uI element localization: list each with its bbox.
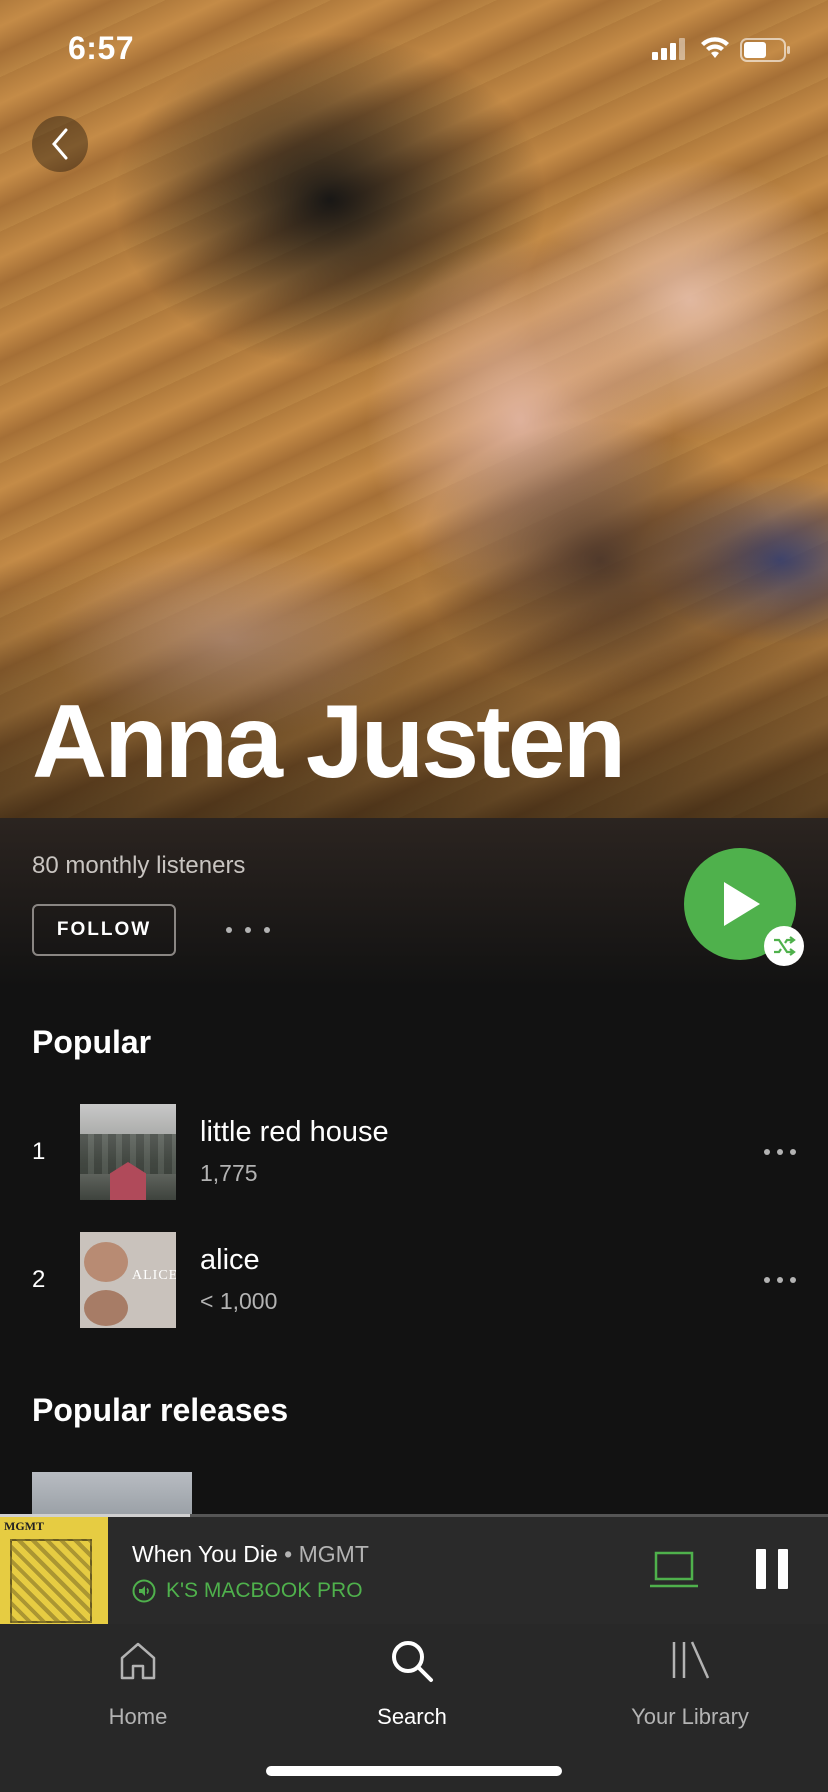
follow-button[interactable]: FOLLOW [32, 904, 176, 956]
track-row[interactable]: 2 ALICE alice < 1,000 [0, 1232, 828, 1328]
pause-button[interactable] [754, 1549, 790, 1589]
artwork-band-text: MGMT [4, 1519, 44, 1533]
release-artwork[interactable] [32, 1472, 192, 1516]
home-indicator [266, 1766, 562, 1776]
track-play-count: 1,775 [200, 1160, 258, 1186]
track-play-count: < 1,000 [200, 1288, 278, 1314]
dot [245, 927, 251, 933]
monthly-listeners: 80 monthly listeners [32, 852, 246, 879]
shuffle-badge [764, 926, 804, 966]
home-icon [120, 1642, 156, 1680]
wifi-icon [701, 37, 729, 58]
artist-name: Anna Justen [32, 684, 626, 800]
play-icon [724, 882, 760, 926]
dot [790, 1277, 796, 1283]
dot [264, 927, 270, 933]
dot [790, 1149, 796, 1155]
devices-button[interactable] [648, 1549, 700, 1593]
back-button[interactable] [32, 116, 88, 172]
tab-label: Home [108, 1704, 168, 1729]
now-playing-song: When You Die [132, 1541, 278, 1567]
signal-icon [652, 38, 685, 60]
tab-search[interactable]: Search [322, 1638, 502, 1738]
now-playing-artist: MGMT [298, 1541, 369, 1567]
artwork-face [84, 1242, 128, 1282]
popular-heading: Popular [32, 1024, 152, 1060]
chevron-left-icon [52, 128, 68, 160]
dot [764, 1149, 770, 1155]
now-playing-artwork: MGMT [0, 1517, 108, 1624]
now-playing-title-line: When You Die • MGMT [132, 1541, 369, 1568]
track-artwork: ALICE [80, 1232, 176, 1328]
artwork-illustration [10, 1539, 92, 1623]
track-row[interactable]: 1 little red house 1,775 [0, 1104, 828, 1200]
tab-label: Your Library [631, 1704, 749, 1729]
artwork-title-text: ALICE [132, 1268, 176, 1283]
track-title: little red house [200, 1116, 389, 1148]
pause-bar [778, 1549, 788, 1589]
dot [777, 1277, 783, 1283]
more-options-button[interactable] [226, 918, 270, 942]
status-time: 6:57 [68, 30, 135, 66]
tab-your-library[interactable]: Your Library [600, 1638, 780, 1738]
track-number: 1 [32, 1138, 46, 1165]
popular-releases-heading: Popular releases [32, 1392, 289, 1428]
shuffle-icon [774, 936, 796, 956]
search-icon [392, 1641, 433, 1682]
separator: • [284, 1541, 293, 1567]
track-more-button[interactable] [764, 1142, 796, 1162]
track-number: 2 [32, 1266, 46, 1293]
status-bar: 6:57 [0, 0, 828, 100]
artist-info-section: 80 monthly listeners FOLLOW [0, 818, 828, 988]
connected-device: K'S MACBOOK PRO [132, 1579, 363, 1603]
battery-icon [740, 38, 790, 62]
dot [226, 927, 232, 933]
dot [777, 1149, 783, 1155]
device-name: K'S MACBOOK PRO [166, 1579, 363, 1602]
track-more-button[interactable] [764, 1270, 796, 1290]
dot [764, 1277, 770, 1283]
tab-home[interactable]: Home [48, 1638, 228, 1738]
library-icon [672, 1641, 710, 1679]
tab-label: Search [377, 1704, 447, 1729]
mini-player[interactable]: MGMT When You Die • MGMT K'S MACBOOK PRO [0, 1517, 828, 1624]
pause-bar [756, 1549, 766, 1589]
artwork-face-reflection [84, 1290, 128, 1326]
track-artwork [80, 1104, 176, 1200]
speaker-icon [132, 1579, 156, 1603]
track-title: alice [200, 1244, 260, 1276]
